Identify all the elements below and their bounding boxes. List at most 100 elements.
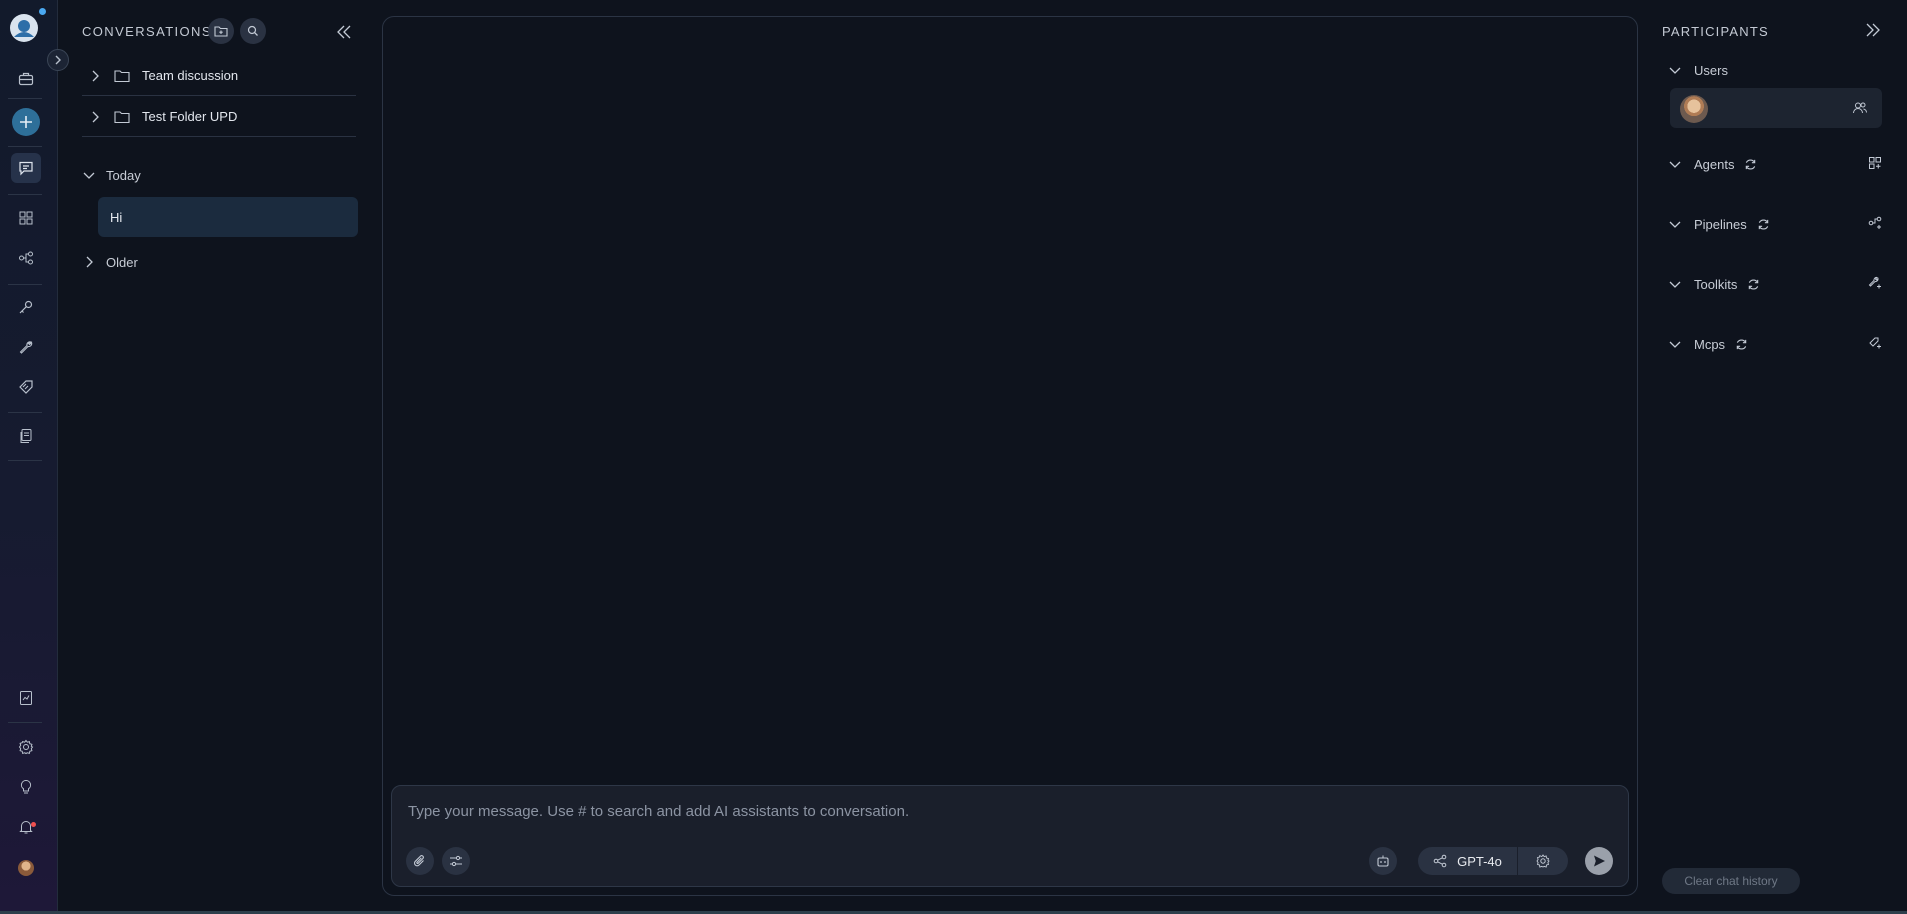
search-icon [247,25,258,36]
rail-divider [8,194,42,195]
conversations-panel: CONVERSATIONS Team discussion Test Folde… [58,0,368,914]
conversation-item[interactable]: Hi [98,197,358,237]
rail-divider [8,412,42,413]
model-selector[interactable]: GPT-4o [1418,847,1568,875]
send-button[interactable] [1585,847,1613,875]
settings-icon[interactable] [11,732,41,762]
conversation-label: Hi [110,209,123,225]
message-input[interactable] [408,800,1408,822]
model-name: GPT-4o [1457,853,1502,869]
flow-icon[interactable] [11,243,41,273]
tag-icon[interactable] [11,372,41,402]
section-users[interactable]: Users [1668,60,1890,80]
user-avatar[interactable] [18,860,34,876]
model-settings-button[interactable] [1518,847,1568,875]
group-today[interactable]: Today [82,165,141,185]
left-rail [0,0,69,914]
chevron-right-icon [92,111,99,122]
users-icon [1853,102,1868,114]
key-icon[interactable] [11,292,41,322]
send-icon [1594,855,1605,867]
double-chevron-right-icon [1866,23,1880,37]
report-icon[interactable] [11,683,41,713]
notification-dot [39,8,46,15]
folder-label: Team discussion [142,68,239,83]
rail-divider [8,98,42,99]
chevron-down-icon [1669,161,1681,168]
section-toolkits[interactable]: Toolkits [1668,274,1890,294]
rail-divider [8,722,42,723]
group-label: Older [106,254,138,270]
collapse-panel-button[interactable] [334,22,354,42]
assistant-button[interactable] [1369,847,1397,875]
rail-divider [8,460,42,461]
avatar [1680,95,1708,123]
rail-divider [8,284,42,285]
chevron-right-icon [55,55,61,65]
paperclip-icon [414,855,424,867]
chevron-down-icon [83,172,95,179]
app-logo[interactable] [9,13,39,43]
lightbulb-icon[interactable] [11,772,41,802]
double-chevron-left-icon [337,25,351,39]
attach-button[interactable] [406,847,434,875]
participants-panel: PARTICIPANTS Users Agents Pipelines Tool… [1652,0,1907,914]
add-pipeline-icon [1868,216,1882,229]
chevron-down-icon [1669,67,1681,74]
participants-title: PARTICIPANTS [1662,24,1769,39]
sliders-icon [450,855,462,867]
section-label: Mcps [1694,336,1726,352]
expand-rail-button[interactable] [47,49,69,71]
chevron-right-icon [92,70,99,81]
clear-chat-history-button[interactable]: Clear chat history [1662,868,1800,894]
section-label: Toolkits [1694,276,1738,292]
group-label: Today [106,167,141,183]
new-folder-button[interactable] [208,18,234,44]
folder-plus-icon [214,26,228,37]
rail-divider [8,146,42,147]
plus-icon [20,116,32,128]
section-mcps[interactable]: Mcps [1668,334,1890,354]
section-label: Users [1694,62,1728,78]
section-pipelines[interactable]: Pipelines [1668,214,1890,234]
options-button[interactable] [442,847,470,875]
new-conversation-button[interactable] [12,108,40,136]
chevron-down-icon [1669,341,1681,348]
collapse-participants-button[interactable] [1865,22,1885,42]
folder-row[interactable]: Team discussion [82,56,356,96]
refresh-icon [1749,278,1759,290]
folder-icon [114,110,130,123]
wrench-icon[interactable] [11,332,41,362]
chat-icon[interactable] [11,153,41,183]
refresh-icon [1746,158,1756,170]
settings-icon [1536,854,1550,868]
section-label: Pipelines [1694,216,1747,232]
bell-icon[interactable] [11,812,41,842]
robot-icon [1377,855,1389,867]
folder-label: Test Folder UPD [142,109,238,124]
briefcase-icon[interactable] [11,64,41,94]
grid-icon[interactable] [11,203,41,233]
message-composer: GPT-4o [391,785,1629,887]
share-nodes-icon [1433,854,1447,868]
add-mcp-icon [1869,337,1881,349]
add-toolkit-icon [1868,276,1881,289]
user-participant[interactable] [1670,88,1882,128]
chevron-down-icon [1669,281,1681,288]
model-select-button[interactable]: GPT-4o [1418,847,1518,875]
documents-icon[interactable] [11,421,41,451]
chat-area: GPT-4o [382,16,1638,896]
notification-badge [31,822,36,827]
section-agents[interactable]: Agents [1668,154,1890,174]
refresh-icon [1758,218,1769,230]
add-agent-icon [1869,157,1881,169]
group-older[interactable]: Older [82,252,138,272]
conversations-title: CONVERSATIONS [82,24,212,39]
chevron-down-icon [1669,221,1681,228]
refresh-icon [1736,338,1747,350]
chevron-right-icon [86,256,93,268]
search-button[interactable] [240,18,266,44]
folder-icon [114,69,130,82]
section-label: Agents [1694,156,1735,172]
folder-row[interactable]: Test Folder UPD [82,97,356,137]
